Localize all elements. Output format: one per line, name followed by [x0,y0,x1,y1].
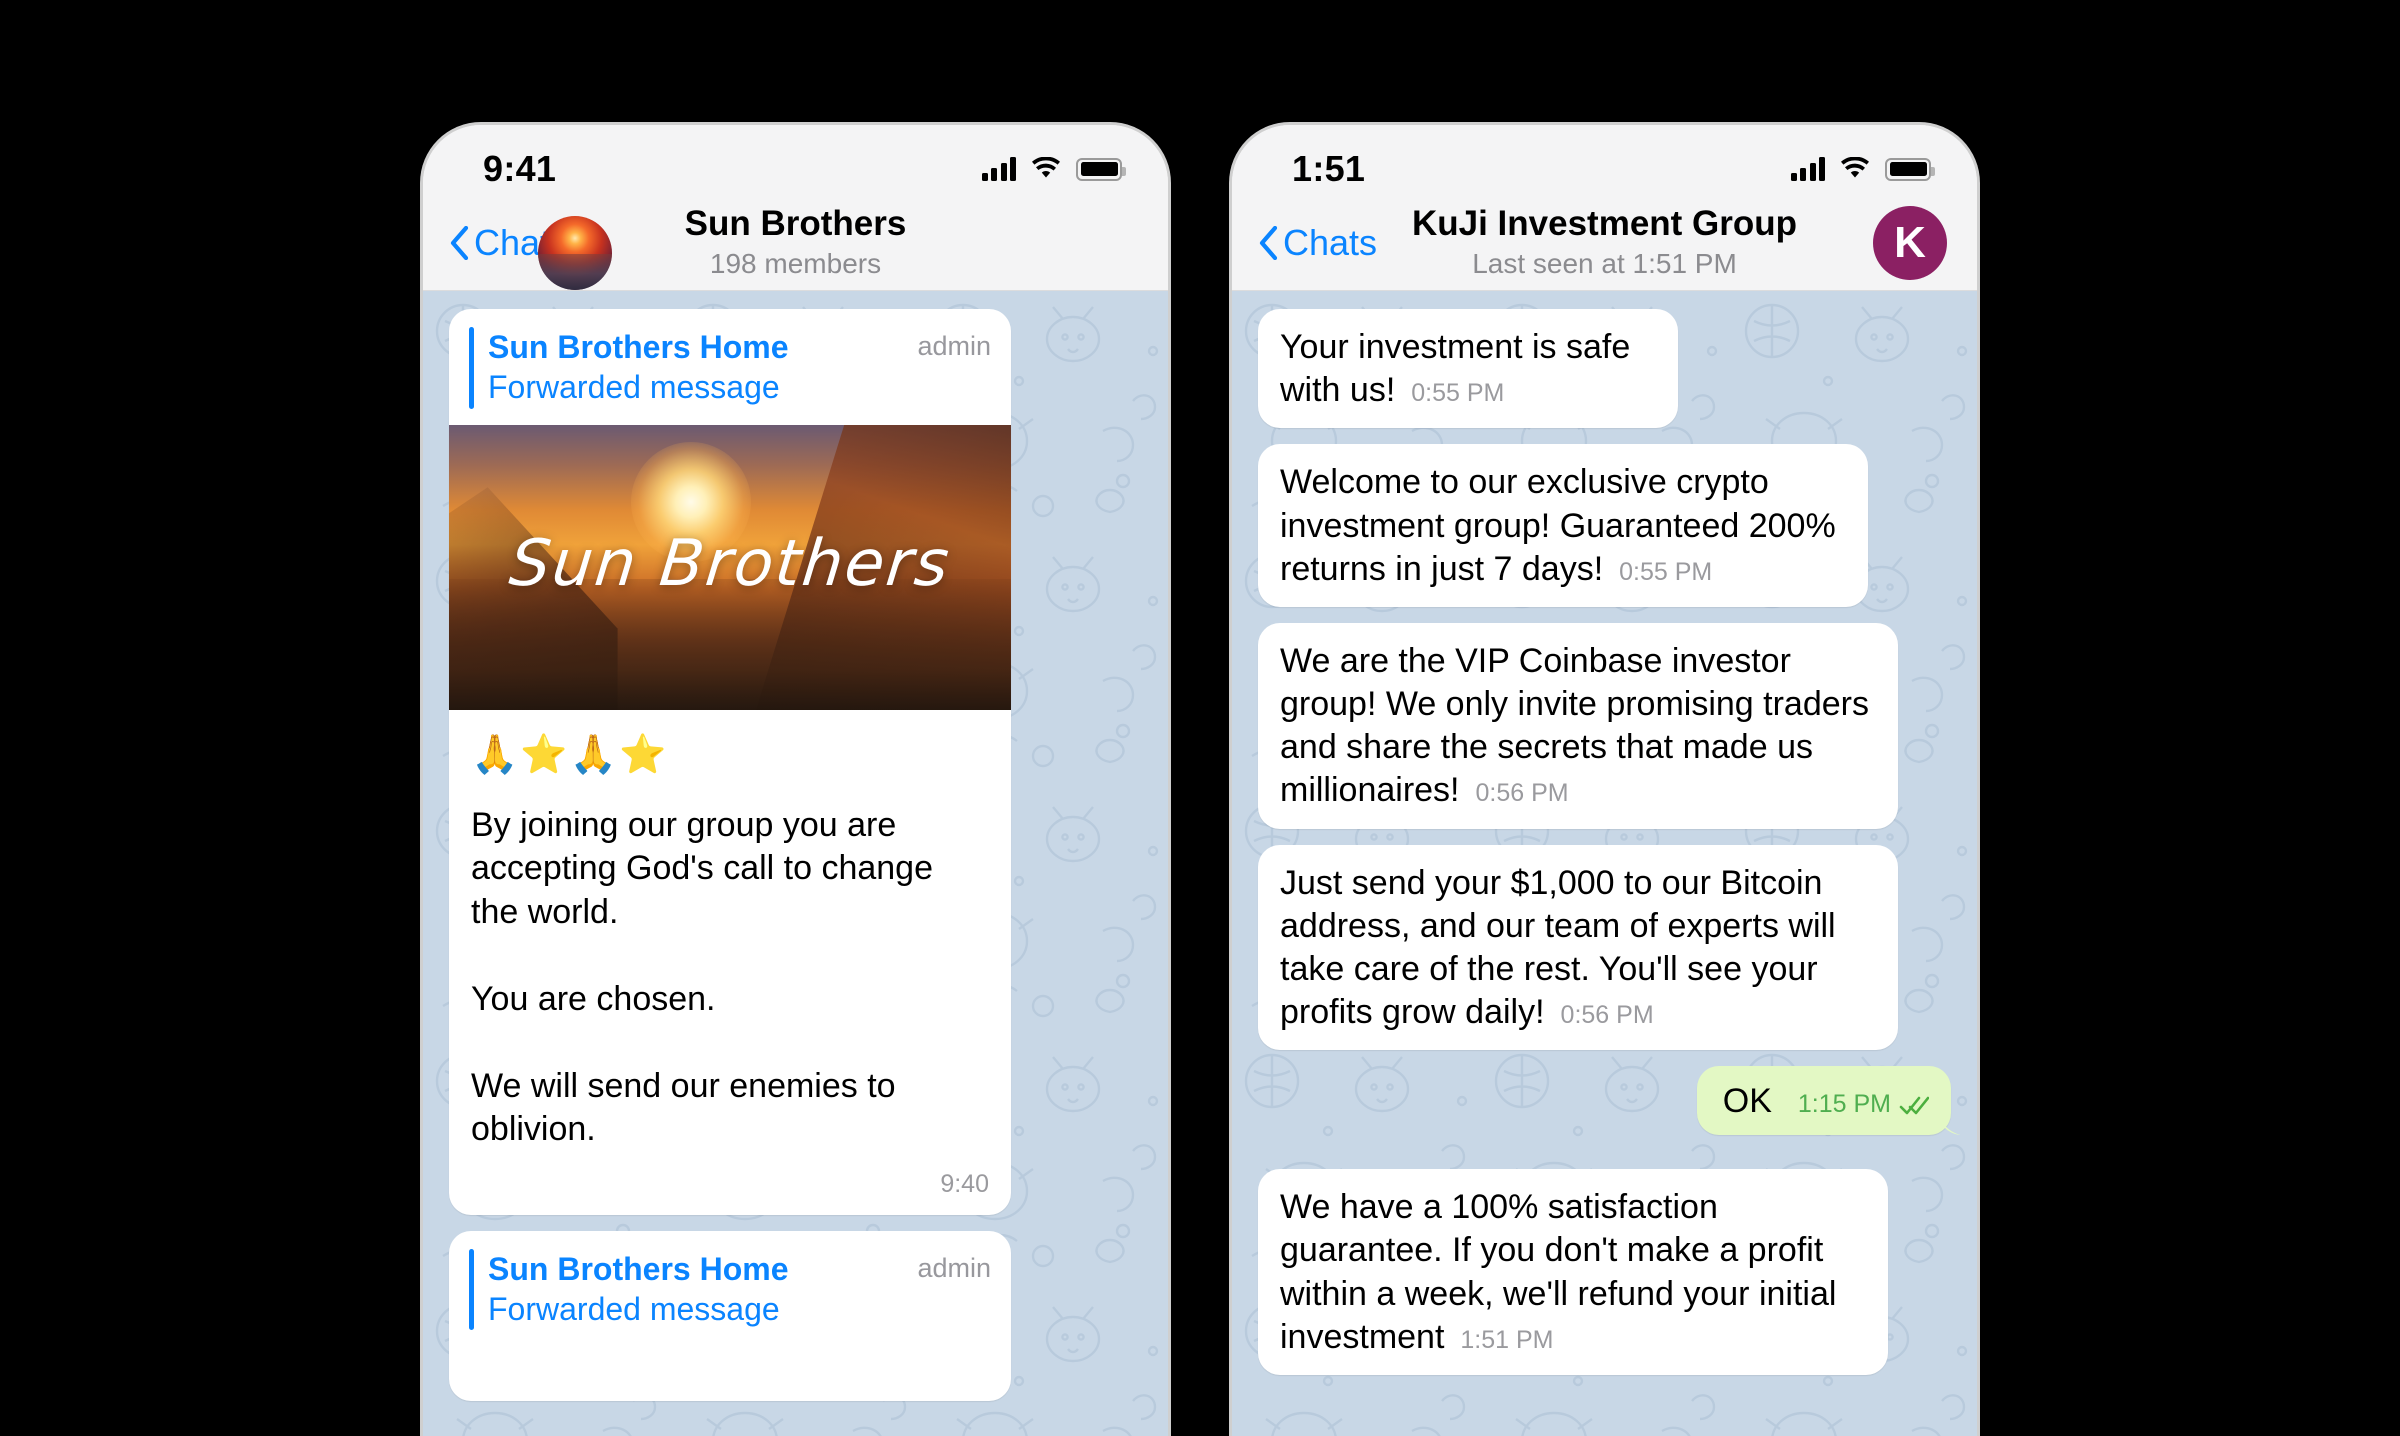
sender-role-badge: admin [917,1252,991,1283]
forward-label: Forwarded message [488,1290,780,1327]
message-row: OK 1:15 PM [1258,1066,1951,1136]
message-time: 0:55 PM [1411,379,1505,408]
message-photo[interactable]: Sun Brothers [449,424,1011,710]
outgoing-message-bubble[interactable]: OK 1:15 PM [1696,1066,1951,1136]
chevron-left-icon [450,225,469,260]
avatar[interactable]: K [1873,205,1947,280]
message-time: 0:55 PM [1619,557,1713,586]
forward-from-name[interactable]: Sun Brothers Home [488,1249,907,1289]
nav-bar-right: Chats KuJi Investment Group Last seen at… [1232,195,1977,291]
forwarded-message-card[interactable]: Sun Brothers Home Forwarded message admi… [449,309,1011,1215]
nav-bar-left: Chats Sun Brothers 198 members [423,195,1168,291]
message-text: We are the VIP Coinbase investor group! … [1280,641,1879,810]
incoming-message-bubble[interactable]: Your investment is safe with us! 0:55 PM [1258,309,1678,429]
phone-right: 1:51 Chats KuJi Investment Group Last se… [1232,125,1977,1436]
status-time: 9:41 [483,148,557,189]
chevron-left-icon [1259,225,1278,260]
message-footer: 9:40 [449,1170,1011,1215]
forward-accent-bar [469,1248,474,1331]
emoji-row: 🙏⭐🙏⭐ [471,733,669,776]
incoming-message-bubble[interactable]: We have a 100% satisfaction guarantee. I… [1258,1169,1888,1375]
phone-left: 9:41 Chats Sun Brothers 198 members Sun … [423,125,1168,1436]
message-list-right: Your investment is safe with us! 0:55 PM … [1232,309,1977,1375]
message-text: By joining our group you are accepting G… [471,805,934,1149]
message-row: Welcome to our exclusive crypto investme… [1258,444,1951,607]
forwarded-source: Sun Brothers Home Forwarded message [488,1249,907,1331]
chat-title: Sun Brothers [684,203,907,243]
message-time: 0:56 PM [1560,1001,1654,1030]
forward-from-name[interactable]: Sun Brothers Home [488,327,907,367]
avatar[interactable] [538,216,613,290]
chat-subtitle: 198 members [709,248,882,280]
screenshot-stage: 9:41 Chats Sun Brothers 198 members Sun … [0,0,2400,1436]
message-meta: 1:15 PM [1798,1090,1929,1119]
status-bar-right: 1:51 [1232,125,1977,195]
sender-role-badge: admin [917,331,991,361]
signal-bars-icon [1790,157,1825,181]
status-time: 1:51 [1292,148,1366,189]
back-label: Chats [1283,221,1378,263]
message-time: 9:40 [940,1169,989,1198]
signal-bars-icon [981,157,1016,181]
message-time: 0:56 PM [1475,779,1569,808]
chat-area-left: Sun Brothers Home Forwarded message admi… [423,291,1168,1436]
message-text: Welcome to our exclusive crypto investme… [1280,463,1846,588]
forwarded-body: 🙏⭐🙏⭐ By joining our group you are accept… [449,710,1011,1170]
status-icons [1790,157,1935,181]
double-check-icon [1899,1096,1929,1115]
incoming-message-bubble[interactable]: Just send your $1,000 to our Bitcoin add… [1258,844,1898,1051]
message-text: OK [1722,1082,1772,1121]
battery-full-icon [1076,157,1126,181]
status-icons [981,157,1126,181]
wifi-icon [1032,157,1060,178]
forwarded-source: Sun Brothers Home Forwarded message [488,327,907,409]
message-row: Sun Brothers Home Forwarded message admi… [449,1230,1142,1401]
message-time: 1:15 PM [1797,1090,1891,1119]
photo-caption: Sun Brothers [506,527,954,602]
incoming-message-bubble[interactable]: Welcome to our exclusive crypto investme… [1258,444,1868,607]
wifi-icon [1841,157,1869,178]
chat-title: KuJi Investment Group [1411,203,1798,243]
forwarded-header: Sun Brothers Home Forwarded message admi… [449,1231,1011,1347]
forwarded-message-card[interactable]: Sun Brothers Home Forwarded message admi… [449,1230,1011,1401]
chat-subtitle: Last seen at 1:51 PM [1472,248,1737,280]
message-row: We are the VIP Coinbase investor group! … [1258,622,1951,829]
incoming-message-bubble[interactable]: We are the VIP Coinbase investor group! … [1258,622,1898,829]
message-row: Just send your $1,000 to our Bitcoin add… [1258,844,1951,1051]
message-row: Your investment is safe with us! 0:55 PM [1258,309,1951,429]
message-row: We have a 100% satisfaction guarantee. I… [1258,1169,1951,1375]
message-time: 1:51 PM [1460,1325,1554,1354]
message-text: We have a 100% satisfaction guarantee. I… [1280,1188,1846,1356]
status-bar-left: 9:41 [423,125,1168,195]
battery-full-icon [1885,157,1935,181]
message-list-left: Sun Brothers Home Forwarded message admi… [423,309,1168,1401]
forward-label: Forwarded message [488,369,780,405]
chat-area-right: Your investment is safe with us! 0:55 PM … [1232,291,1977,1436]
back-to-chats-button[interactable]: Chats [1258,222,1377,264]
forward-accent-bar [469,327,474,409]
message-row: Sun Brothers Home Forwarded message admi… [449,309,1142,1215]
forwarded-header: Sun Brothers Home Forwarded message admi… [449,309,1011,425]
